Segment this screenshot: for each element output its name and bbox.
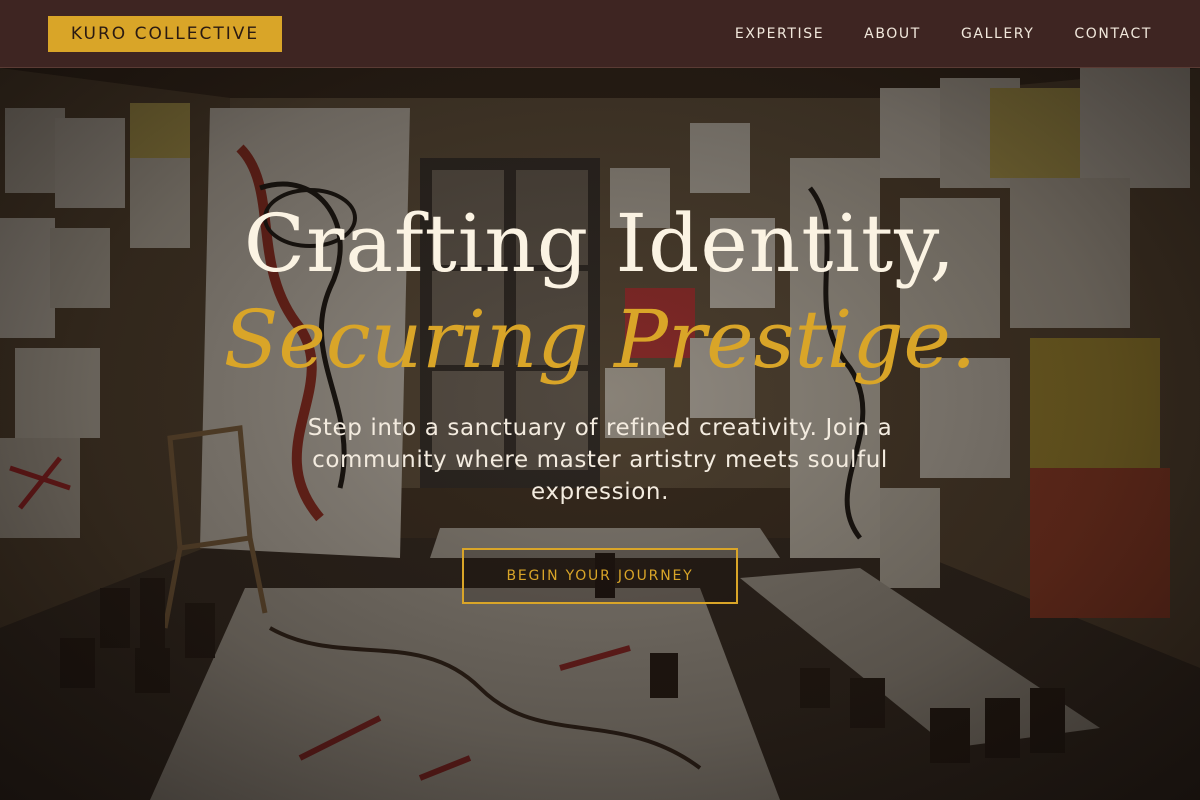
hero-subtitle: Step into a sanctuary of refined creativ… [307, 415, 893, 505]
hero-content: Crafting Identity, Securing Prestige. St… [0, 68, 1200, 800]
main-nav: EXPERTISE ABOUT GALLERY CONTACT [735, 0, 1152, 68]
nav-link-contact[interactable]: CONTACT [1074, 26, 1152, 42]
nav-link-about[interactable]: ABOUT [864, 26, 921, 42]
hero-section: Crafting Identity, Securing Prestige. St… [0, 68, 1200, 800]
nav-link-expertise[interactable]: EXPERTISE [735, 26, 824, 42]
site-header: KURO COLLECTIVE EXPERTISE ABOUT GALLERY … [0, 0, 1200, 68]
hero-headline-line2: Securing Prestige. [223, 293, 977, 386]
logo[interactable]: KURO COLLECTIVE [48, 16, 282, 52]
hero-headline-line1: Crafting Identity, [243, 197, 957, 290]
begin-journey-button[interactable]: BEGIN YOUR JOURNEY [462, 548, 738, 604]
nav-link-gallery[interactable]: GALLERY [961, 26, 1034, 42]
page: KURO COLLECTIVE EXPERTISE ABOUT GALLERY … [0, 0, 1200, 800]
